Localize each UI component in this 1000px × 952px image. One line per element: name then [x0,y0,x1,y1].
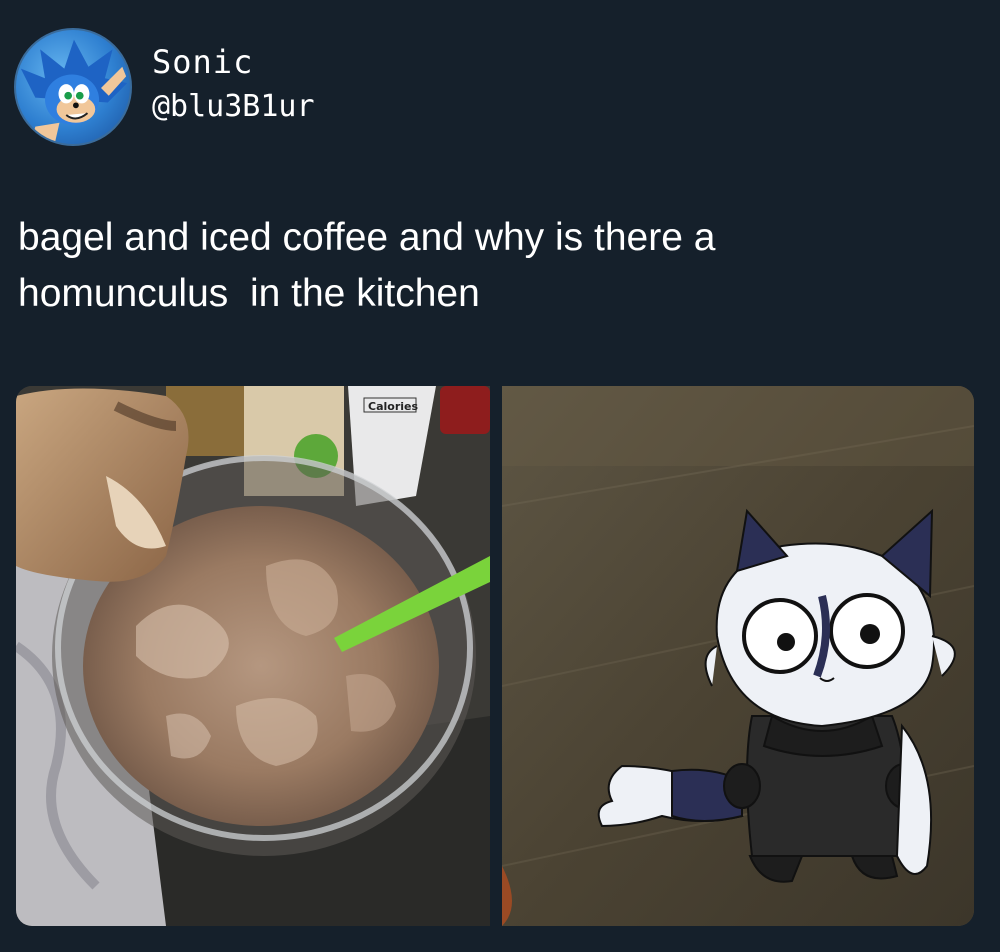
photo-kitchen-homunculus[interactable] [502,386,974,926]
photo-iced-coffee[interactable]: Calories [16,386,490,926]
iced-coffee-image: Calories [16,386,490,926]
tweet-header: Sonic @blu3B1ur [14,28,614,148]
avatar[interactable] [14,28,132,146]
tweet-text: bagel and iced coffee and why is there a… [18,216,716,315]
display-name[interactable]: Sonic [152,42,315,82]
media-grid: Calories [16,386,974,926]
sonic-avatar-icon [20,39,128,144]
homunculus-image [502,386,974,926]
user-handle[interactable]: @blu3B1ur [152,86,315,128]
calories-label: Calories [368,400,418,413]
